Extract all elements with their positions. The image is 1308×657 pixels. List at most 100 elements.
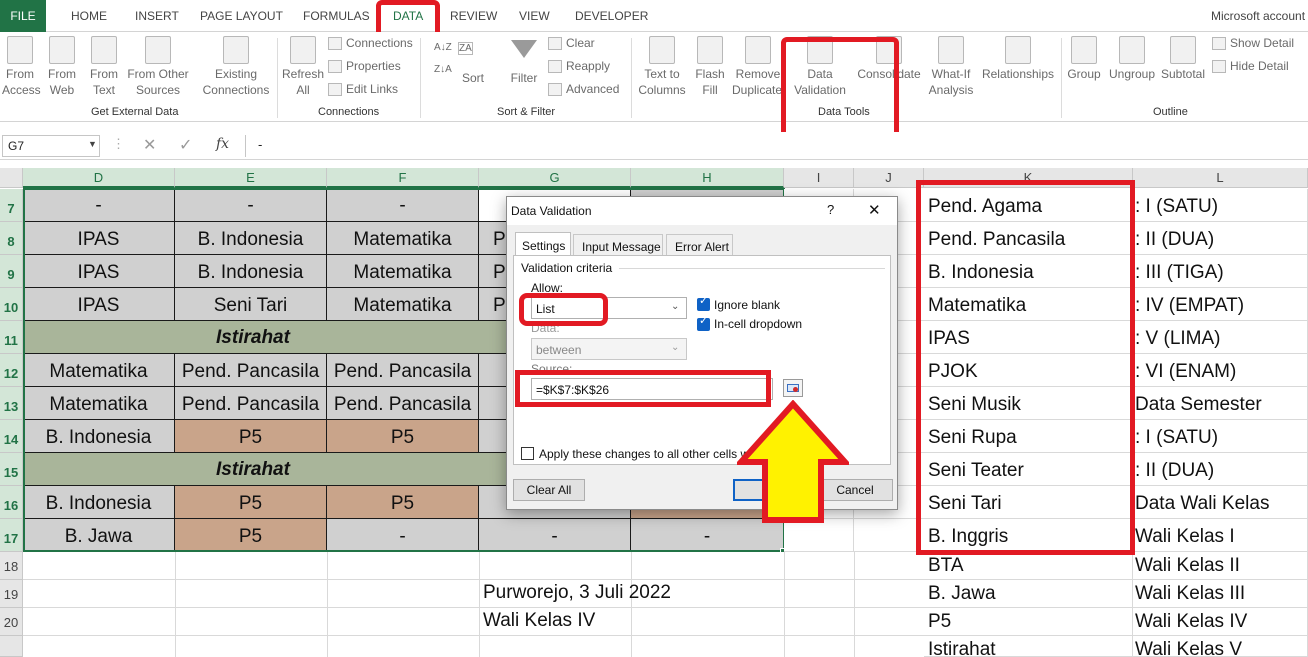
sort-az-za-icons[interactable]: A↓Z ZA Z↓A — [434, 42, 488, 75]
apply-all-checkbox[interactable] — [521, 447, 534, 460]
tab-view[interactable]: VIEW — [519, 9, 550, 23]
chevron-down-icon[interactable]: ⌄ — [671, 301, 679, 312]
from-web-button[interactable]: From Web — [45, 36, 79, 98]
cell-k19[interactable]: B. Jawa — [924, 580, 1133, 608]
close-icon[interactable]: ✕ — [868, 201, 881, 219]
enter-icon[interactable]: ✓ — [179, 135, 192, 155]
cell-l14[interactable]: : I (SATU) — [1133, 420, 1308, 453]
sort-button[interactable]: Sort — [458, 70, 488, 86]
row-header-12[interactable]: 12 — [0, 354, 23, 387]
cell-k18[interactable]: BTA — [924, 552, 1133, 580]
account-link[interactable]: Microsoft account — [1211, 9, 1305, 23]
cell-l9[interactable]: : III (TIGA) — [1133, 255, 1308, 288]
select-all-corner[interactable] — [0, 168, 23, 188]
row-header-13[interactable]: 13 — [0, 387, 23, 420]
row-header-7[interactable]: 7 — [0, 189, 23, 222]
connections-button[interactable]: Connections — [328, 36, 413, 51]
cell-l15[interactable]: : II (DUA) — [1133, 453, 1308, 486]
edit-links-button[interactable]: Edit Links — [328, 82, 398, 97]
connections-small-icon — [328, 37, 342, 51]
tab-settings[interactable]: Settings — [515, 232, 571, 256]
row-header-19[interactable]: 19 — [0, 580, 23, 608]
group-button[interactable]: Group — [1066, 36, 1102, 82]
flash-fill-button[interactable]: Flash Fill — [692, 36, 728, 98]
cell-l19[interactable]: Wali Kelas III — [1133, 580, 1308, 608]
tab-insert[interactable]: INSERT — [135, 9, 179, 23]
filter-button[interactable]: Filter — [508, 36, 540, 86]
column-header-j[interactable]: J — [854, 168, 924, 188]
name-box[interactable]: G7 — [2, 135, 100, 157]
row-header-21[interactable] — [0, 636, 23, 657]
tab-review[interactable]: REVIEW — [450, 9, 497, 23]
existing-connections-button[interactable]: Existing Connections — [200, 36, 272, 98]
cell-l12[interactable]: : VI (ENAM) — [1133, 354, 1308, 387]
what-if-analysis-button[interactable]: What-If Analysis — [928, 36, 974, 98]
relationships-button[interactable]: Relationships — [980, 36, 1056, 82]
column-header-l[interactable]: L — [1133, 168, 1308, 188]
collapse-dialog-icon[interactable] — [783, 379, 803, 397]
cell-g19[interactable]: Purworejo, 3 Juli 2022 — [483, 582, 671, 604]
cell-l21[interactable]: Wali Kelas V — [1133, 636, 1308, 657]
tab-error-alert[interactable]: Error Alert — [666, 234, 733, 256]
row-header-8[interactable]: 8 — [0, 222, 23, 255]
data-select[interactable]: between — [531, 338, 687, 360]
row-header-9[interactable]: 9 — [0, 255, 23, 288]
row-header-14[interactable]: 14 — [0, 420, 23, 453]
cell-l20[interactable]: Wali Kelas IV — [1133, 608, 1308, 636]
cell-l18[interactable]: Wali Kelas II — [1133, 552, 1308, 580]
column-header-i[interactable]: I — [784, 168, 854, 188]
properties-button[interactable]: Properties — [328, 59, 401, 74]
clear-all-button[interactable]: Clear All — [513, 479, 585, 501]
tab-developer[interactable]: DEVELOPER — [575, 9, 648, 23]
name-box-dropdown-icon[interactable]: ▼ — [88, 139, 97, 149]
cell-l11[interactable]: : V (LIMA) — [1133, 321, 1308, 354]
show-detail-button[interactable]: Show Detail — [1212, 36, 1294, 51]
chevron-down-icon[interactable]: ⌄ — [671, 342, 679, 353]
formula-input[interactable]: - — [245, 135, 1308, 157]
row-header-17[interactable]: 17 — [0, 519, 23, 552]
clear-filter-button[interactable]: Clear — [548, 36, 595, 51]
column-header-g[interactable]: G — [479, 168, 631, 188]
row-header-18[interactable]: 18 — [0, 552, 23, 580]
reapply-button[interactable]: Reapply — [548, 59, 610, 74]
row-header-15[interactable]: 15 — [0, 453, 23, 486]
column-header-h[interactable]: H — [631, 168, 784, 188]
tab-file[interactable]: FILE — [0, 0, 46, 32]
row-header-10[interactable]: 10 — [0, 288, 23, 321]
refresh-all-button[interactable]: Refresh All — [282, 36, 324, 98]
cell-k20[interactable]: P5 — [924, 608, 1133, 636]
from-other-sources-button[interactable]: From Other Sources — [126, 36, 190, 98]
column-header-e[interactable]: E — [175, 168, 327, 188]
ungroup-button[interactable]: Ungroup — [1107, 36, 1157, 82]
hide-detail-button[interactable]: Hide Detail — [1212, 59, 1289, 74]
row-header-20[interactable]: 20 — [0, 608, 23, 636]
yellow-arrow-annotation — [737, 400, 849, 523]
cancel-icon[interactable]: ✕ — [143, 135, 156, 155]
cell-l13[interactable]: Data Semester — [1133, 387, 1308, 420]
cell-l8[interactable]: : II (DUA) — [1133, 222, 1308, 255]
remove-duplicates-button[interactable]: Remove Duplicates — [732, 36, 784, 98]
tab-formulas[interactable]: FORMULAS — [303, 9, 370, 23]
cell-k21[interactable]: Istirahat — [924, 636, 1133, 657]
help-icon[interactable]: ? — [827, 202, 834, 217]
gridline — [479, 552, 480, 657]
row-header-16[interactable]: 16 — [0, 486, 23, 519]
tab-input-message[interactable]: Input Message — [573, 234, 663, 256]
tab-page-layout[interactable]: PAGE LAYOUT — [200, 9, 283, 23]
row-header-11[interactable]: 11 — [0, 321, 23, 354]
cell-g20[interactable]: Wali Kelas IV — [483, 610, 595, 632]
from-text-button[interactable]: From Text — [87, 36, 121, 98]
cell-l10[interactable]: : IV (EMPAT) — [1133, 288, 1308, 321]
advanced-filter-button[interactable]: Advanced — [548, 82, 619, 97]
subtotal-button[interactable]: Subtotal — [1160, 36, 1206, 82]
from-access-button[interactable]: From Access — [2, 36, 41, 98]
lower-grid[interactable]: Purworejo, 3 Juli 2022 Wali Kelas IV — [23, 552, 924, 657]
text-to-columns-button[interactable]: Text to Columns — [637, 36, 687, 98]
tab-home[interactable]: HOME — [71, 9, 107, 23]
cell-l16[interactable]: Data Wali Kelas — [1133, 486, 1308, 519]
cell-l7[interactable]: : I (SATU) — [1133, 189, 1308, 222]
column-header-f[interactable]: F — [327, 168, 479, 188]
column-header-d[interactable]: D — [23, 168, 175, 188]
insert-function-icon[interactable]: fx — [216, 136, 229, 152]
cell-l17[interactable]: Wali Kelas I — [1133, 519, 1308, 552]
